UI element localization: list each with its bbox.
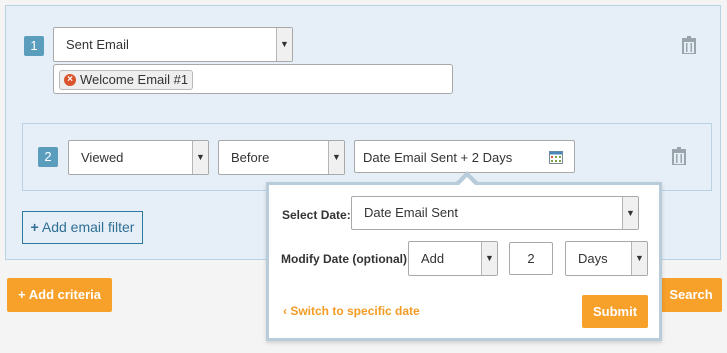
filter-timing-value: Before [231, 150, 270, 165]
search-button[interactable]: Search [660, 278, 722, 312]
chevron-down-icon: ▼ [192, 141, 208, 174]
date-field-value: Date Email Sent + 2 Days [363, 150, 513, 165]
popover-caret-inner [459, 177, 475, 185]
trash-icon[interactable] [681, 36, 697, 54]
filter-number-badge: 2 [38, 147, 58, 167]
modify-op-value: Add [421, 251, 445, 266]
add-criteria-button[interactable]: + Add criteria [7, 278, 112, 312]
filter-action-select[interactable]: Viewed ▼ [68, 140, 209, 175]
event-type-select[interactable]: Sent Email ▼ [53, 27, 293, 62]
chevron-down-icon: ▼ [622, 197, 638, 229]
chevron-down-icon: ▼ [276, 28, 292, 61]
chevron-down-icon: ▼ [631, 242, 647, 275]
select-date-value: Date Email Sent [364, 205, 458, 220]
filter-timing-select[interactable]: Before ▼ [218, 140, 345, 175]
modify-date-label: Modify Date (optional): [281, 252, 411, 266]
plus-icon: + [30, 219, 39, 235]
criterion-number-badge: 1 [24, 36, 44, 56]
remove-tag-icon[interactable]: × [64, 74, 76, 86]
switch-to-specific-date-link[interactable]: ‹ Switch to specific date [283, 304, 420, 318]
select-date-dropdown[interactable]: Date Email Sent ▼ [351, 196, 639, 230]
chevron-left-icon: ‹ [283, 304, 287, 318]
add-email-filter-button[interactable]: + Add email filter [22, 211, 143, 244]
switch-link-label: Switch to specific date [290, 304, 420, 318]
calendar-icon[interactable] [549, 151, 563, 164]
modify-op-select[interactable]: Add ▼ [408, 241, 498, 276]
chevron-down-icon: ▼ [481, 242, 497, 275]
chevron-down-icon: ▼ [328, 141, 344, 174]
email-tag: × Welcome Email #1 [59, 70, 194, 90]
plus-icon: + [18, 287, 26, 302]
add-email-filter-label: Add email filter [41, 219, 135, 235]
modify-unit-value: Days [578, 251, 608, 266]
submit-button[interactable]: Submit [582, 295, 648, 328]
modify-amount-input[interactable]: 2 [509, 242, 553, 275]
filter-action-value: Viewed [81, 150, 124, 165]
modify-unit-select[interactable]: Days ▼ [565, 241, 648, 276]
event-type-value: Sent Email [66, 37, 129, 52]
add-criteria-label: Add criteria [28, 287, 101, 302]
select-date-label: Select Date: [282, 208, 351, 222]
email-tag-input[interactable]: × Welcome Email #1 [53, 64, 453, 94]
email-tag-label: Welcome Email #1 [80, 72, 189, 87]
trash-icon[interactable] [671, 147, 687, 165]
date-field[interactable]: Date Email Sent + 2 Days [354, 140, 575, 173]
